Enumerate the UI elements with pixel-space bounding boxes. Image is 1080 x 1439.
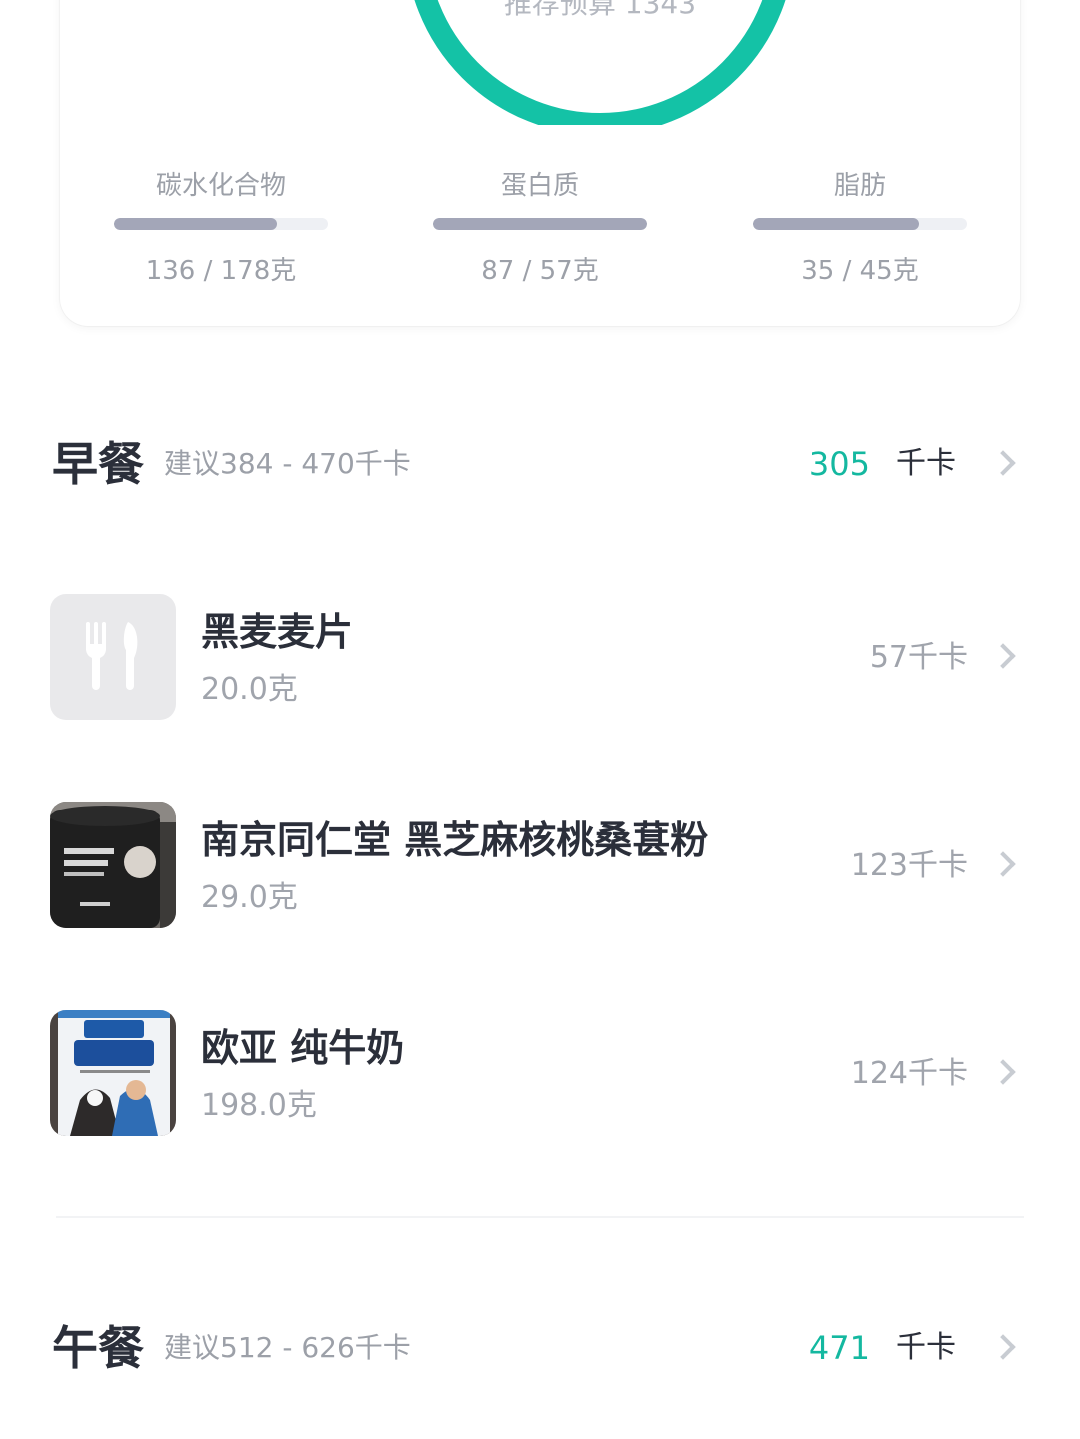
chevron-right-icon[interactable] [990,851,1016,877]
meal-header-breakfast[interactable]: 早餐 建议384 - 470千卡 305 千卡 [52,434,1028,494]
meal-header-lunch[interactable]: 午餐 建议512 - 626千卡 471 千卡 [52,1318,1028,1378]
meal-suggestion: 建议384 - 470千卡 [164,447,411,480]
chevron-right-icon[interactable] [990,450,1016,476]
food-weight: 29.0克 [201,880,298,915]
chevron-right-icon[interactable] [990,643,1016,669]
meal-kcal-unit: 千卡 [896,1330,956,1365]
macro-carbs-value: 136 / 178克 [145,256,297,286]
food-name: 欧亚 纯牛奶 [201,1026,405,1070]
macro-fat-bar [753,218,967,230]
food-item[interactable]: 黑麦麦片 20.0克 57千卡 [50,594,1026,720]
daily-summary-card[interactable]: 推荐预算 1343 碳水化合物 136 / 178克 蛋白质 87 / 57克 … [60,0,1020,326]
macro-carbs: 碳水化合物 136 / 178克 [114,168,328,287]
food-weight: 198.0克 [201,1088,317,1123]
macro-carbs-fill [114,218,278,230]
meal-title: 午餐 [52,1321,144,1375]
meal-suggestion: 建议512 - 626千卡 [164,1331,411,1364]
food-item[interactable]: 欧亚 纯牛奶 198.0克 124千卡 [50,1010,1026,1136]
diet-log-page: 推荐预算 1343 碳水化合物 136 / 178克 蛋白质 87 / 57克 … [0,0,1080,1439]
macro-protein-label: 蛋白质 [500,171,579,201]
macro-fat-fill [753,218,920,230]
section-divider [56,1216,1024,1218]
product-photo-sesame-powder [50,802,176,928]
product-photo-milk [50,1010,176,1136]
meal-kcal-value: 471 [808,1329,870,1367]
meal-kcal-value: 305 [808,445,870,483]
budget-label: 推荐预算 1343 [503,0,697,20]
macro-carbs-label: 碳水化合物 [155,171,286,201]
food-item[interactable]: 南京同仁堂 黑芝麻核桃桑葚粉 29.0克 123千卡 [50,802,1026,928]
food-weight: 20.0克 [201,672,298,707]
chevron-right-icon[interactable] [990,1334,1016,1360]
macro-fat: 脂肪 35 / 45克 [753,168,967,287]
food-name: 黑麦麦片 [201,610,354,654]
fork-knife-icon [50,594,176,720]
macro-protein-bar [433,218,647,230]
meal-kcal-unit: 千卡 [896,446,956,481]
food-kcal: 124千卡 [850,1056,968,1091]
chevron-right-icon[interactable] [990,1059,1016,1085]
macro-fat-value: 35 / 45克 [801,256,919,286]
macro-fat-label: 脂肪 [833,171,886,201]
food-name: 南京同仁堂 黑芝麻核桃桑葚粉 [201,818,709,862]
food-kcal: 123千卡 [850,848,968,883]
macro-protein-value: 87 / 57克 [481,256,599,286]
meal-title: 早餐 [52,437,144,491]
macro-carbs-bar [114,218,328,230]
food-kcal: 57千卡 [869,640,968,675]
macro-protein: 蛋白质 87 / 57克 [433,168,647,287]
calorie-ring: 推荐预算 1343 [380,0,820,125]
macro-protein-fill [433,218,647,230]
